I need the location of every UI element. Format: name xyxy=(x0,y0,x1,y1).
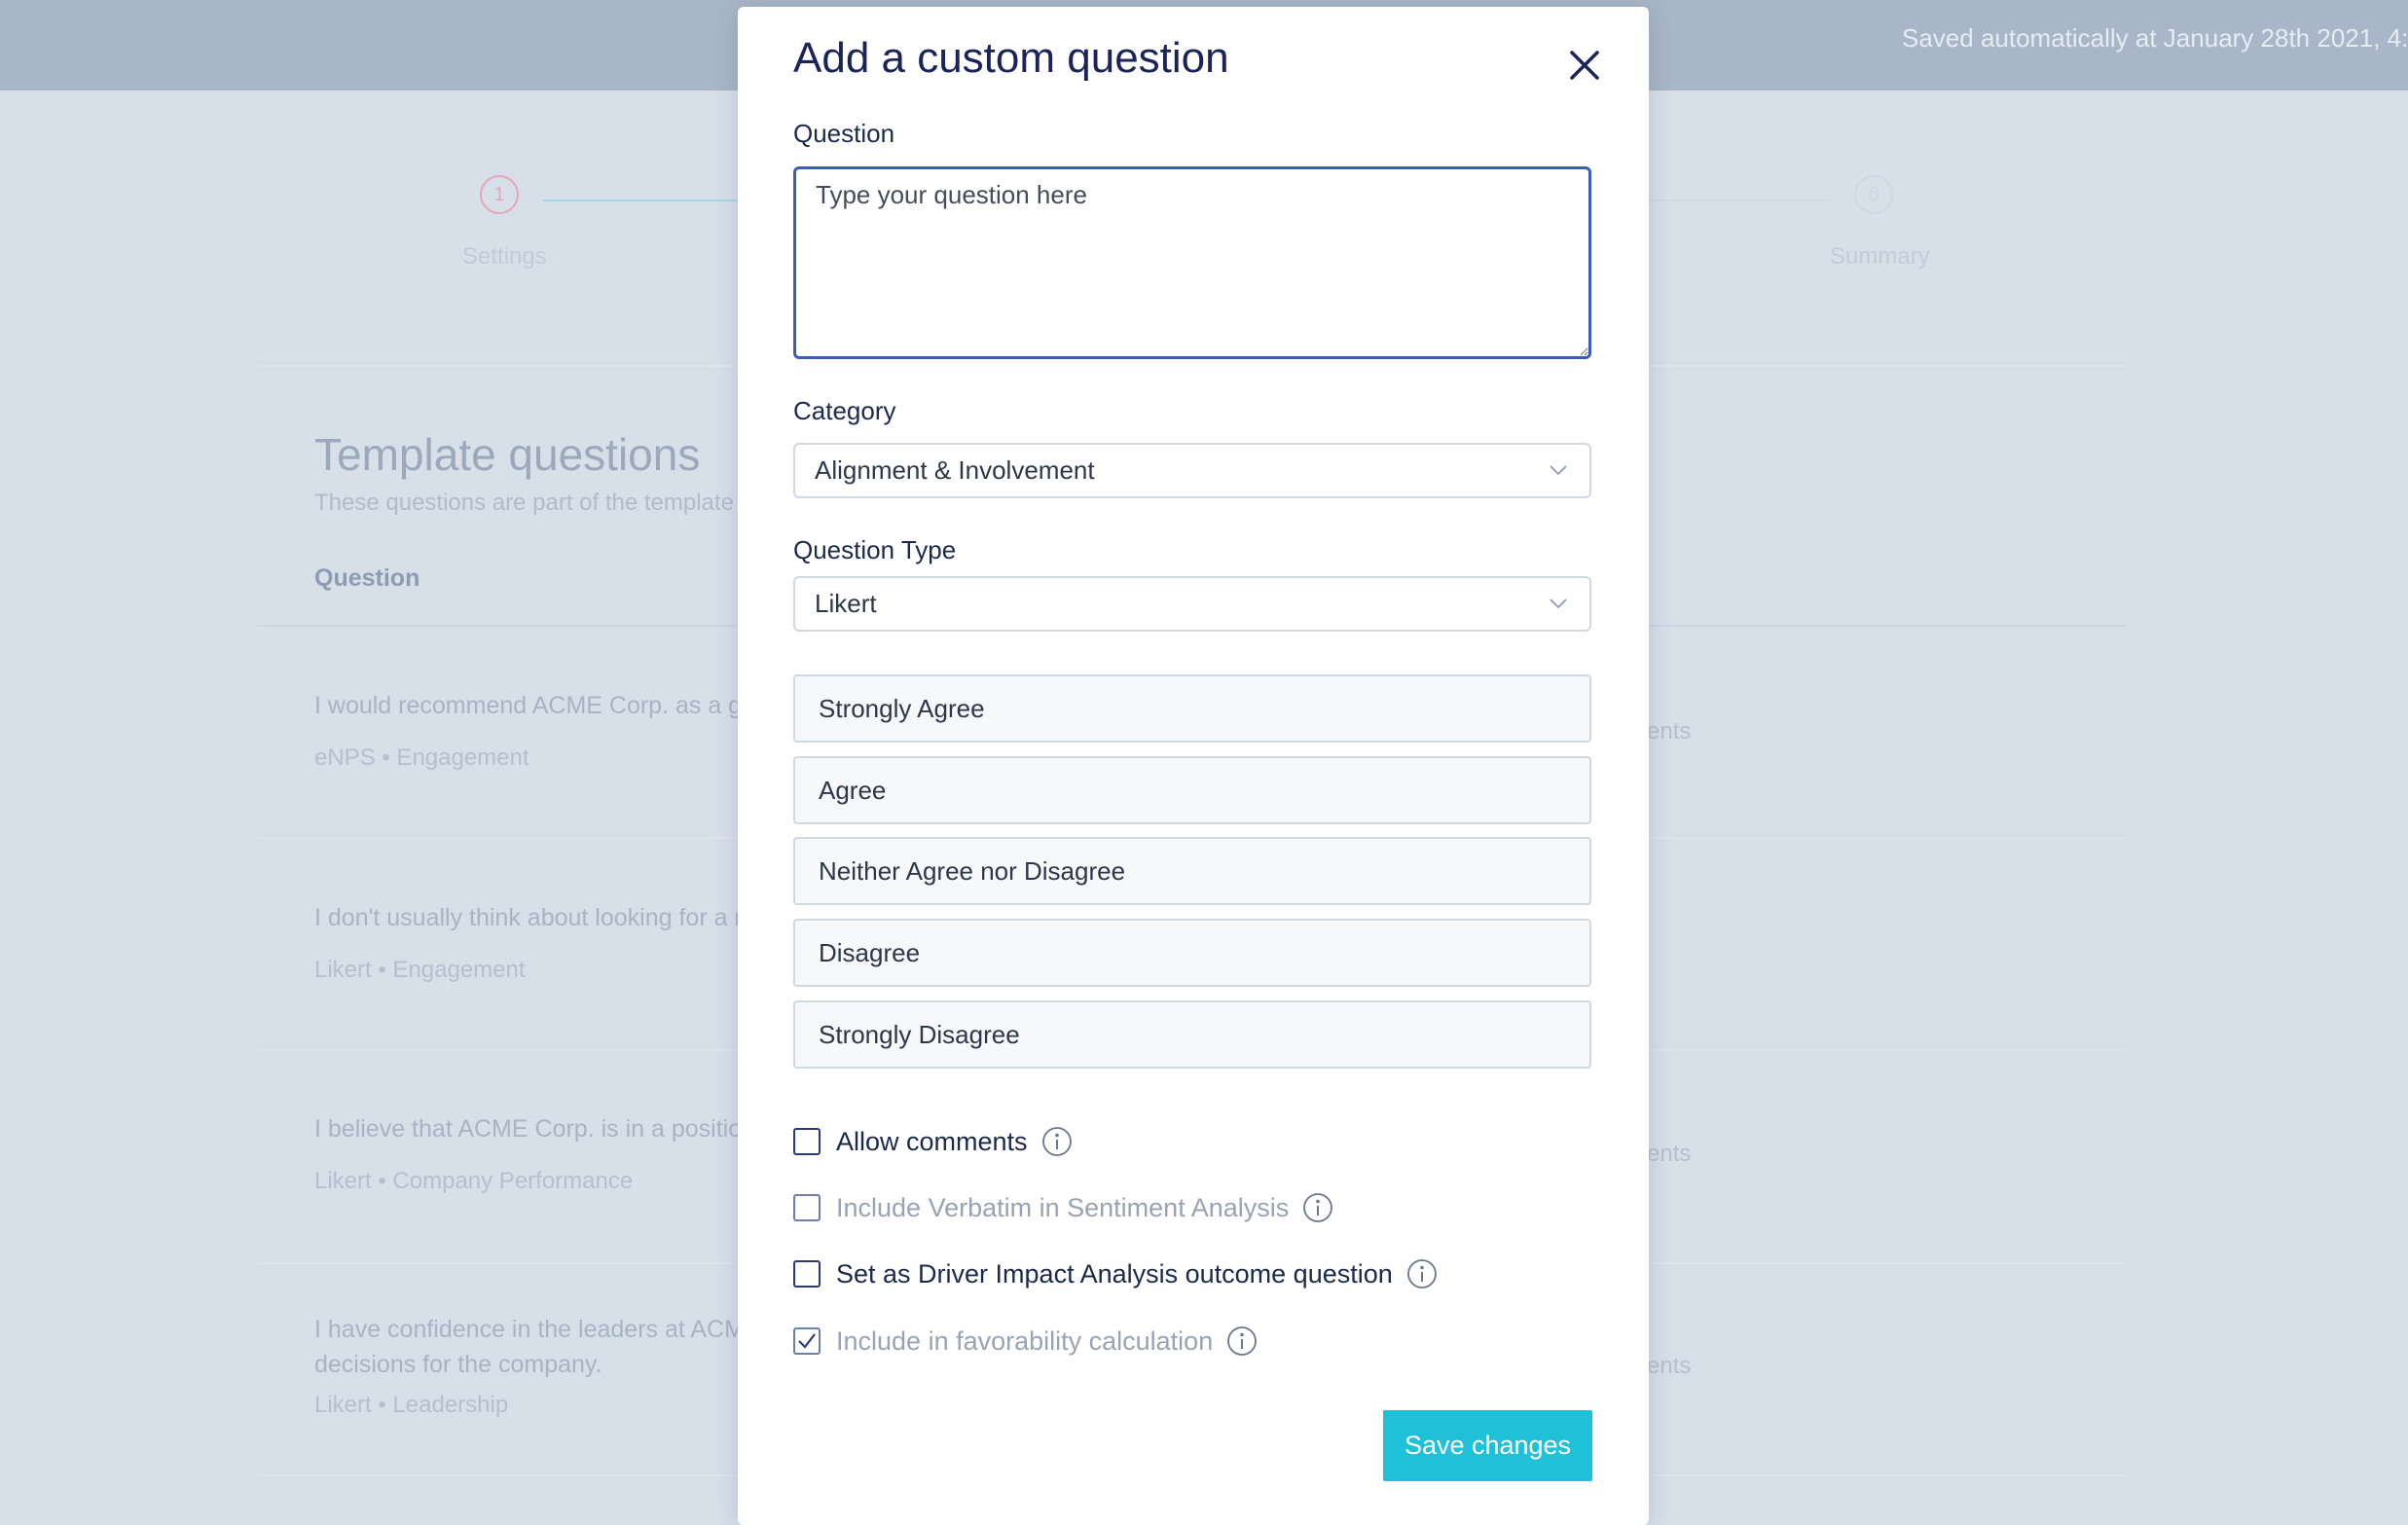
checkmark-icon xyxy=(798,1333,816,1349)
table-row-question: I don't usually think about looking for … xyxy=(314,904,748,931)
add-custom-question-modal: Add a custom question Question Category … xyxy=(738,7,1649,1525)
table-row-meta: Likert • Company Performance xyxy=(314,1168,634,1194)
category-select[interactable]: Alignment & Involvement xyxy=(793,443,1591,498)
table-row-question: I would recommend ACME Corp. as a gr xyxy=(314,692,750,719)
include-verbatim-label: Include Verbatim in Sentiment Analysis xyxy=(836,1192,1290,1222)
autosave-status: Saved automatically at January 28th 2021… xyxy=(1902,23,2408,53)
table-row-meta: eNPS • Engagement xyxy=(314,744,529,771)
question-type-select-value: Likert xyxy=(815,589,877,618)
favorability-checkbox[interactable] xyxy=(793,1327,821,1355)
favorability-row: Include in favorability calculation xyxy=(793,1324,1258,1359)
category-label: Category xyxy=(793,396,896,425)
include-verbatim-row: Include Verbatim in Sentiment Analysis xyxy=(793,1190,1333,1225)
modal-title: Add a custom question xyxy=(793,34,1229,82)
favorability-label: Include in favorability calculation xyxy=(836,1325,1214,1356)
template-questions-title: Template questions xyxy=(314,429,701,480)
allow-comments-checkbox[interactable] xyxy=(793,1128,821,1155)
category-select-value: Alignment & Involvement xyxy=(815,455,1095,485)
info-icon[interactable] xyxy=(1041,1126,1073,1157)
likert-option-input[interactable]: Agree xyxy=(793,756,1591,824)
close-icon xyxy=(1570,51,1599,80)
question-type-select[interactable]: Likert xyxy=(793,576,1591,632)
close-button[interactable] xyxy=(1560,41,1609,90)
table-row-right: ents xyxy=(1647,1141,1692,1167)
likert-option-input[interactable]: Neither Agree nor Disagree xyxy=(793,837,1591,905)
driver-impact-checkbox[interactable] xyxy=(793,1260,821,1288)
table-row-question: I have confidence in the leaders at ACME xyxy=(314,1316,761,1343)
likert-option-input[interactable]: Disagree xyxy=(793,919,1591,987)
table-row-meta: Likert • Engagement xyxy=(314,957,526,983)
chevron-down-icon xyxy=(1550,465,1567,476)
info-icon[interactable] xyxy=(1226,1325,1258,1357)
question-label: Question xyxy=(793,119,895,148)
table-row-right: ents xyxy=(1647,718,1692,744)
step-1-label: Settings xyxy=(462,243,547,270)
question-input[interactable] xyxy=(793,166,1591,359)
save-changes-button[interactable]: Save changes xyxy=(1383,1410,1592,1481)
question-type-label: Question Type xyxy=(793,535,957,564)
allow-comments-row: Allow comments xyxy=(793,1124,1073,1159)
table-row-question: I believe that ACME Corp. is in a positi… xyxy=(314,1115,756,1143)
info-icon[interactable] xyxy=(1406,1258,1438,1289)
step-progress-line-right xyxy=(1649,200,1834,201)
likert-option-input[interactable]: Strongly Disagree xyxy=(793,1000,1591,1069)
table-row-right: ents xyxy=(1647,1353,1692,1379)
table-row-meta: Likert • Leadership xyxy=(314,1392,509,1418)
step-progress-line xyxy=(543,200,738,201)
likert-option-input[interactable]: Strongly Agree xyxy=(793,674,1591,743)
include-verbatim-checkbox[interactable] xyxy=(793,1194,821,1221)
step-6-circle[interactable]: 6 xyxy=(1854,175,1893,214)
template-questions-subtitle: These questions are part of the template xyxy=(314,490,734,516)
info-icon[interactable] xyxy=(1302,1192,1333,1223)
chevron-down-icon xyxy=(1550,599,1567,609)
driver-impact-label: Set as Driver Impact Analysis outcome qu… xyxy=(836,1258,1393,1289)
step-6-label: Summary xyxy=(1830,243,1930,270)
allow-comments-label: Allow comments xyxy=(836,1126,1028,1156)
driver-impact-row: Set as Driver Impact Analysis outcome qu… xyxy=(793,1256,1438,1291)
table-row-question-line2: decisions for the company. xyxy=(314,1351,602,1378)
step-1-circle[interactable]: 1 xyxy=(480,175,519,214)
column-header-question: Question xyxy=(314,564,420,592)
